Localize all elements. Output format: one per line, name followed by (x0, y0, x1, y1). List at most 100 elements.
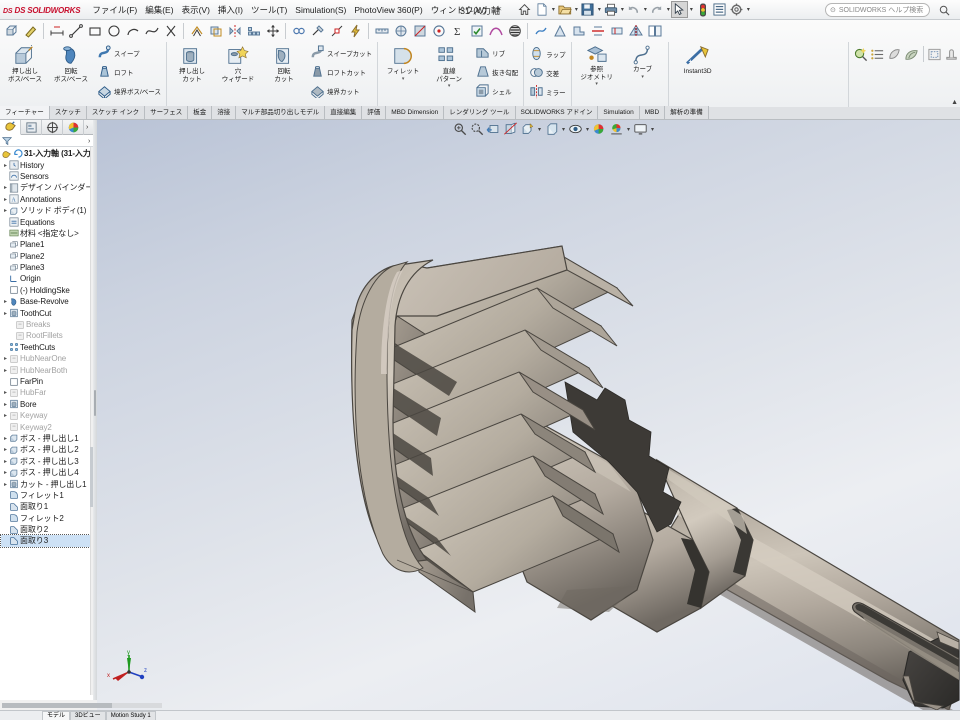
view-settings-icon[interactable] (632, 121, 649, 138)
feature-manager-more-icon[interactable]: › (84, 124, 88, 131)
tab-mbd-dimension[interactable]: MBD Dimension (386, 106, 445, 119)
view-settings-caret-icon[interactable]: ▾ (649, 121, 656, 138)
move-entities-icon[interactable] (263, 21, 282, 41)
mirror-entities-icon[interactable] (225, 21, 244, 41)
tree-node[interactable]: (-) HoldingSke (1, 285, 96, 296)
menu-item-window[interactable]: ウィンドウ(W) (427, 2, 491, 18)
tree-node[interactable]: 材料 <指定なし> (1, 228, 96, 239)
rapid-sketch-icon[interactable] (346, 21, 365, 41)
boundary-cut-button[interactable]: 境界カット (307, 81, 375, 100)
reference-geometry-button[interactable]: 参照 ジオメトリ ▾ (574, 43, 620, 107)
new-document-icon[interactable] (533, 1, 550, 18)
tab-mbd[interactable]: MBD (639, 106, 666, 119)
tree-node[interactable]: Plane3 (1, 262, 96, 273)
tree-node[interactable]: ▸ Bore (1, 399, 96, 410)
tree-node[interactable]: ▸ HubFar (1, 387, 96, 398)
menu-item-file[interactable]: ファイル(F) (88, 2, 141, 18)
draft-analysis-icon[interactable] (550, 21, 569, 41)
tree-node[interactable]: ▸ Base-Revolve (1, 296, 96, 307)
undo-icon[interactable] (625, 1, 642, 18)
spline-icon[interactable] (142, 21, 161, 41)
tree-expand-icon[interactable]: ▸ (2, 435, 9, 442)
tree-expand-icon[interactable]: ▸ (2, 469, 9, 476)
arc-icon[interactable] (123, 21, 142, 41)
quick-snaps-icon[interactable] (327, 21, 346, 41)
sweep-button[interactable]: スイープ (94, 43, 164, 62)
graphics-viewport[interactable]: ▾ ▾ ▾ ▾ ▾ x y z (97, 120, 960, 710)
feature-manager-filter[interactable] (0, 135, 96, 147)
menu-item-insert[interactable]: 挿入(I) (214, 2, 247, 18)
smart-dimension-icon[interactable] (47, 21, 66, 41)
tree-node[interactable]: 面取り1 (1, 501, 96, 512)
tab-direct-editing[interactable]: 直接編集 (325, 106, 363, 119)
tab-analysis-preparation[interactable]: 解析の準備 (665, 106, 709, 119)
rectangle-icon[interactable] (85, 21, 104, 41)
offset-entities-icon[interactable] (187, 21, 206, 41)
intersect-button[interactable]: 交差 (526, 63, 569, 82)
tree-expand-icon[interactable]: ▸ (2, 310, 9, 317)
ribbon-collapse-icon[interactable]: ▲ (951, 99, 958, 106)
mass-properties-icon[interactable] (391, 21, 410, 41)
apply-scene-caret-icon[interactable]: ▾ (625, 121, 632, 138)
hide-show-caret-icon[interactable]: ▾ (584, 121, 591, 138)
symmetry-check-icon[interactable] (626, 21, 645, 41)
menu-item-tools[interactable]: ツール(T) (247, 2, 291, 18)
tree-node[interactable]: FarPin (1, 376, 96, 387)
thickness-analysis-icon[interactable] (607, 21, 626, 41)
tree-expand-icon[interactable]: ▸ (2, 367, 9, 374)
tree-node[interactable]: ▸ Keyway (1, 410, 96, 421)
save-icon[interactable] (579, 1, 596, 18)
tree-node[interactable]: Keyway2 (1, 421, 96, 432)
settings-caret-icon[interactable]: ▾ (745, 1, 751, 18)
shell-button[interactable]: シェル (472, 81, 521, 100)
menu-pin-icon[interactable]: ✶ (491, 4, 507, 15)
display-style-caret-icon[interactable]: ▾ (560, 121, 567, 138)
view-orientation-icon[interactable] (519, 121, 536, 138)
fillet-button[interactable]: フィレット ▾ (380, 43, 426, 107)
tree-expand-icon[interactable]: ▸ (2, 389, 9, 396)
reference-geometry-dropdown-icon[interactable]: ▾ (595, 81, 598, 88)
tab-model[interactable]: モデル (42, 710, 71, 720)
convert-entities-icon[interactable] (206, 21, 225, 41)
circle-icon[interactable] (104, 21, 123, 41)
tree-node[interactable]: ▸ HubNearBoth (1, 364, 96, 375)
configuration-manager-tab[interactable] (42, 119, 63, 135)
draft-button[interactable]: 抜き勾配 (472, 62, 521, 81)
edit-appearance-icon[interactable] (591, 121, 608, 138)
curvature-icon[interactable] (486, 21, 505, 41)
tree-node[interactable]: Plane2 (1, 251, 96, 262)
mirror-feature-button[interactable]: ミラー (526, 82, 569, 101)
display-manager-tab[interactable] (63, 119, 84, 135)
tree-node[interactable]: Plane1 (1, 239, 96, 250)
line-icon[interactable] (66, 21, 85, 41)
revolve-boss-base-button[interactable]: 回転 ボス/ベース (48, 43, 94, 107)
display-delete-relations-icon[interactable] (289, 21, 308, 41)
loft-cut-button[interactable]: ロフトカット (307, 62, 375, 81)
tab-3d-views[interactable]: 3Dビュー (70, 710, 106, 720)
repair-sketch-icon[interactable] (308, 21, 327, 41)
tree-node[interactable]: フィレット1 (1, 490, 96, 501)
tree-node[interactable]: フィレット2 (1, 513, 96, 524)
menu-item-edit[interactable]: 編集(E) (141, 2, 177, 18)
measure-icon[interactable] (372, 21, 391, 41)
sigma-icon[interactable]: Σ (448, 21, 467, 41)
tab-render-tools[interactable]: レンダリング ツール (444, 106, 516, 119)
extrude-boss-base-button[interactable]: 押し出し ボス/ベース (2, 43, 48, 107)
tree-node[interactable]: ▸ ボス - 押し出し4 (1, 467, 96, 478)
tree-node[interactable]: 面取り2 (1, 524, 96, 535)
select-arrow-icon[interactable] (671, 1, 689, 18)
compare-documents-icon[interactable] (645, 21, 664, 41)
panel-splitter-grip[interactable] (94, 390, 96, 416)
horizontal-scrollbar[interactable] (2, 703, 162, 708)
tab-surfaces[interactable]: サーフェス (145, 106, 189, 119)
linear-pattern-dropdown-icon[interactable]: ▾ (448, 83, 451, 90)
tree-expand-icon[interactable]: ▸ (2, 481, 9, 488)
tree-node[interactable]: ▸ ボス - 押し出し3 (1, 456, 96, 467)
section-properties-icon[interactable] (410, 21, 429, 41)
linear-sketch-pattern-icon[interactable] (244, 21, 263, 41)
tree-node[interactable]: Equations (1, 216, 96, 227)
tree-node[interactable]: ▸ ボス - 押し出し1 (1, 433, 96, 444)
tree-root-part[interactable]: 31-入力軸 (31-入力 (1, 148, 96, 159)
tree-expand-icon[interactable]: ▸ (2, 446, 9, 453)
tab-sketch-ink[interactable]: スケッチ インク (86, 106, 146, 119)
